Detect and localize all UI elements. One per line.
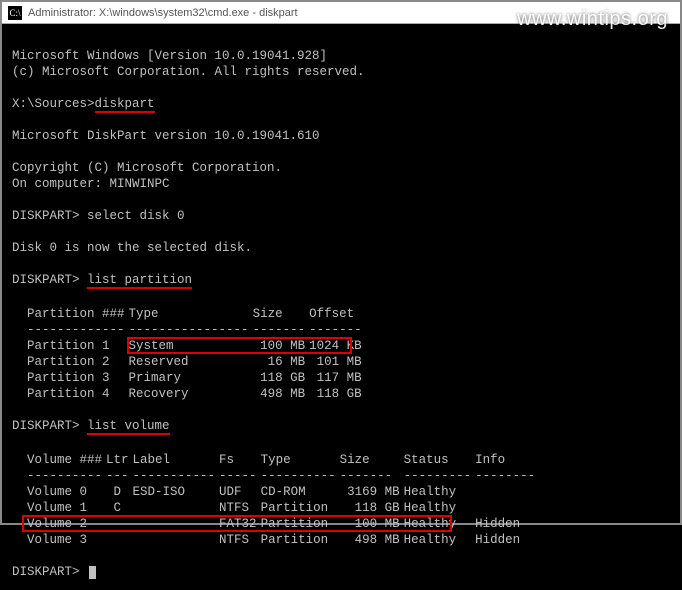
table-header-row: Partition ###Type Size Offset bbox=[12, 306, 366, 322]
command-list-partition: list partition bbox=[87, 272, 192, 288]
table-divider-row: ----------------------------------------… bbox=[12, 322, 366, 338]
table-row: Volume 3 NTFS Partition 498 MBHealthy Hi… bbox=[12, 532, 539, 548]
output-line: Microsoft Windows [Version 10.0.19041.92… bbox=[12, 49, 327, 63]
prompt: X:\Sources> bbox=[12, 97, 95, 111]
prompt: DISKPART> bbox=[12, 565, 87, 579]
output-line: (c) Microsoft Corporation. All rights re… bbox=[12, 65, 365, 79]
table-header-row: Volume ###LtrLabel Fs Type Size Status I… bbox=[12, 452, 539, 468]
highlight-underline bbox=[87, 433, 170, 435]
highlight-underline bbox=[95, 111, 155, 113]
volume-table-wrapper: Volume ###LtrLabel Fs Type Size Status I… bbox=[12, 452, 670, 548]
output-line: On computer: MINWINPC bbox=[12, 177, 170, 191]
output-line: Microsoft DiskPart version 10.0.19041.61… bbox=[12, 129, 320, 143]
table-row: Partition 4 Recovery 498 MB 118 GB bbox=[12, 386, 366, 402]
command-diskpart: diskpart bbox=[95, 96, 155, 112]
table-row: Volume 0 D ESD-ISO UDF CD-ROM 3169 MBHea… bbox=[12, 484, 539, 500]
table-row: Partition 1 System 100 MB1024 KB bbox=[12, 338, 366, 354]
cmd-icon: C:\ bbox=[8, 6, 22, 20]
prompt: DISKPART> bbox=[12, 209, 87, 223]
prompt: DISKPART> bbox=[12, 419, 87, 433]
table-divider-row: ----------------------------------------… bbox=[12, 468, 539, 484]
partition-table-wrapper: Partition ###Type Size Offset ----------… bbox=[12, 306, 670, 402]
output-line: Disk 0 is now the selected disk. bbox=[12, 241, 252, 255]
table-row: Partition 2 Reserved 16 MB 101 MB bbox=[12, 354, 366, 370]
table-row: Volume 1 C NTFS Partition 118 GBHealthy bbox=[12, 500, 539, 516]
table-row: Partition 3 Primary 118 GB 117 MB bbox=[12, 370, 366, 386]
watermark-text: www.wintips.org bbox=[517, 8, 668, 31]
window-title: Administrator: X:\windows\system32\cmd.e… bbox=[28, 7, 298, 19]
prompt: DISKPART> bbox=[12, 273, 87, 287]
terminal-output[interactable]: Microsoft Windows [Version 10.0.19041.92… bbox=[2, 24, 680, 590]
table-row: Volume 2 FAT32Partition 100 MBHealthy Hi… bbox=[12, 516, 539, 532]
cursor[interactable] bbox=[89, 566, 96, 579]
highlight-underline bbox=[87, 287, 192, 289]
command-list-volume: list volume bbox=[87, 418, 170, 434]
command-select-disk: select disk 0 bbox=[87, 209, 185, 223]
partition-table: Partition ###Type Size Offset ----------… bbox=[12, 306, 366, 402]
output-line: Copyright (C) Microsoft Corporation. bbox=[12, 161, 282, 175]
volume-table: Volume ###LtrLabel Fs Type Size Status I… bbox=[12, 452, 539, 548]
